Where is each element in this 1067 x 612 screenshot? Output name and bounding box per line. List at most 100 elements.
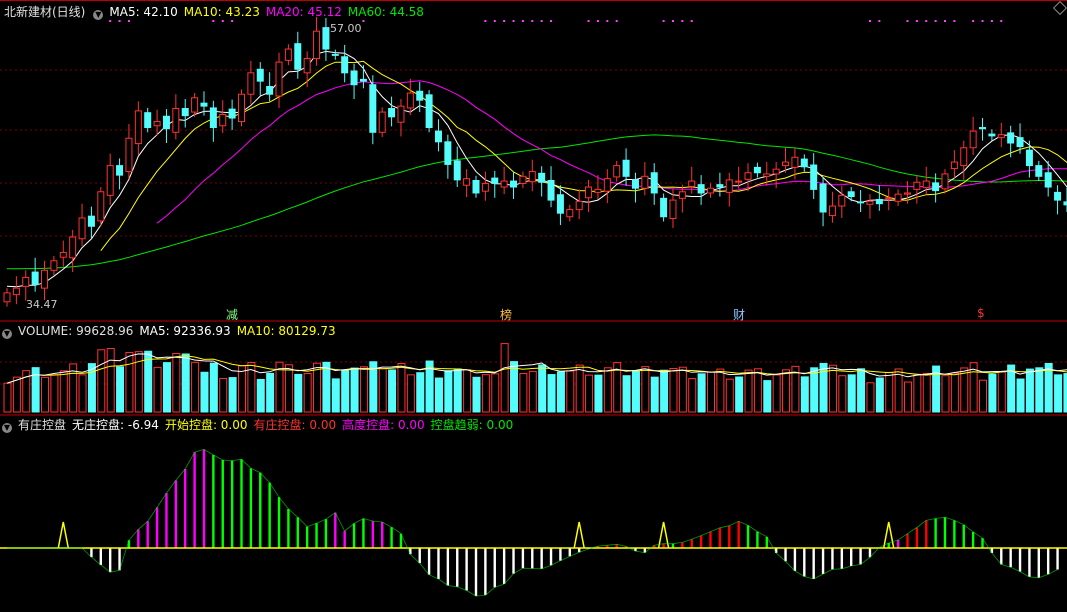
candle-body <box>209 107 217 129</box>
candle-body <box>256 68 264 82</box>
volume-bar <box>603 367 612 413</box>
volume-bar <box>857 368 866 413</box>
candle-body <box>547 179 555 201</box>
signal-dot <box>512 20 515 22</box>
marker-finance[interactable]: 财 <box>733 306 745 323</box>
volume-bar <box>875 377 884 413</box>
candle-body <box>885 197 893 200</box>
volume-bar <box>922 372 931 413</box>
volume-bar <box>322 361 331 413</box>
candle-body <box>87 215 95 227</box>
candle-body <box>1035 165 1043 177</box>
candle-body <box>725 179 733 193</box>
volume-bar <box>660 369 669 413</box>
candle-body <box>922 180 930 189</box>
volume-bar <box>979 379 988 413</box>
volume-bar <box>650 376 659 413</box>
volume-bar <box>828 364 837 413</box>
volume-bar <box>209 362 218 413</box>
candle-body <box>500 180 508 188</box>
low-price-label: 34.47 <box>26 298 58 311</box>
candle-body <box>641 175 649 189</box>
volume-bar <box>481 374 490 413</box>
candle-body <box>369 84 377 133</box>
volume-bar <box>753 368 762 413</box>
signal-dot <box>550 20 553 22</box>
volume-bar <box>941 375 950 413</box>
marker-dollar[interactable]: $ <box>977 306 985 320</box>
volume-bar <box>669 368 678 413</box>
volume-bar <box>191 361 200 413</box>
volume-bar <box>772 374 781 413</box>
candle-body <box>603 178 611 192</box>
candle-body <box>941 173 949 190</box>
signal-dot <box>868 20 871 22</box>
signal-dot <box>362 20 365 22</box>
candle-body <box>116 165 124 176</box>
volume-bar <box>303 373 312 413</box>
volume-bar <box>688 378 697 413</box>
candle-body <box>866 200 874 205</box>
volume-bar <box>1025 368 1034 413</box>
signal-dot <box>596 20 599 22</box>
candle-body <box>744 172 752 180</box>
volume-bar <box>575 364 584 413</box>
volume-bar <box>3 382 12 413</box>
candle-body <box>322 27 330 50</box>
signal-dot <box>606 20 609 22</box>
signal-dot <box>615 20 618 22</box>
candle-body <box>979 127 987 130</box>
signal-dot <box>484 20 487 22</box>
volume-bar <box>510 361 519 413</box>
volume-bar <box>116 366 125 413</box>
marker-reduce[interactable]: 减 <box>226 306 238 323</box>
candle-body <box>50 260 58 271</box>
volume-bar <box>266 372 275 413</box>
candle-body <box>707 187 714 194</box>
volume-bar <box>256 378 265 413</box>
volume-bar <box>397 362 406 413</box>
candle-body <box>857 201 865 204</box>
candle-body <box>1044 172 1052 188</box>
signal-dot <box>981 20 984 22</box>
volume-bar <box>172 353 181 413</box>
candle-body <box>669 199 677 220</box>
signal-dot <box>118 20 121 22</box>
candle-body <box>538 172 546 183</box>
volume-bar <box>388 369 397 413</box>
signal-dot <box>915 20 918 22</box>
candle-body <box>144 112 152 129</box>
signal-dot <box>671 20 674 22</box>
candle-body <box>350 70 358 86</box>
candle-body <box>388 108 396 118</box>
candle-body <box>359 78 367 82</box>
candle-body <box>782 161 790 167</box>
signal-dot <box>681 20 684 22</box>
candle-body <box>434 130 442 143</box>
candle-body <box>838 194 846 207</box>
volume-bar <box>378 368 387 413</box>
volume-bar <box>444 370 453 413</box>
marker-board[interactable]: 榜 <box>500 306 512 323</box>
signal-dot <box>934 20 937 22</box>
volume-bar <box>59 370 68 413</box>
candle-body <box>313 30 321 60</box>
volume-bar <box>547 374 556 413</box>
volume-bar <box>800 376 809 413</box>
volume-bar <box>631 370 640 413</box>
candle-body <box>106 165 114 196</box>
volume-bar <box>622 375 631 413</box>
candle-body <box>697 184 705 194</box>
volume-bar <box>763 380 772 413</box>
candle-body <box>575 200 583 211</box>
candle-body <box>331 53 339 56</box>
volume-bar <box>1054 374 1063 413</box>
candle-body <box>772 168 780 175</box>
ma5-line <box>6 50 1067 288</box>
volume-bar <box>228 377 237 413</box>
ma10-line <box>100 60 1067 252</box>
candle-body <box>753 166 761 174</box>
candle-body <box>800 158 808 168</box>
volume-bar <box>219 377 228 413</box>
candle-body <box>622 159 630 177</box>
